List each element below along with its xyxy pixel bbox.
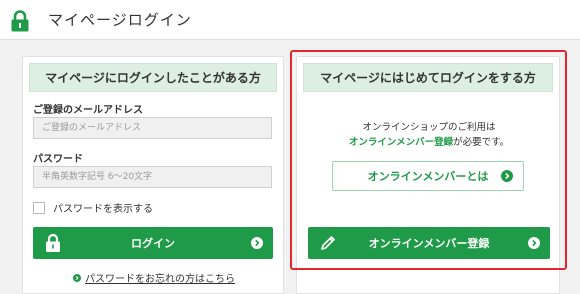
existing-user-heading: マイページにログインしたことがある方 <box>29 63 277 92</box>
lock-icon <box>11 10 29 32</box>
forgot-password-link[interactable]: パスワードをお忘れの方はこちら <box>85 270 235 285</box>
about-member-button[interactable]: オンラインメンバーとは <box>332 161 524 191</box>
info-text-line2: オンラインメンバー登録が必要です。 <box>297 134 561 148</box>
page-header: マイページログイン <box>0 0 580 40</box>
info-highlight: オンラインメンバー登録 <box>348 137 454 148</box>
new-user-heading: マイページにはじめてログインをする方 <box>303 63 553 92</box>
page-title: マイページログイン <box>48 11 192 29</box>
email-field[interactable] <box>33 117 272 139</box>
show-password-toggle[interactable]: パスワードを表示する <box>33 200 153 215</box>
about-member-button-label: オンラインメンバーとは <box>367 170 489 183</box>
chevron-right-icon <box>251 237 263 249</box>
password-label: パスワード <box>33 154 83 165</box>
lock-icon <box>46 233 60 252</box>
info-text-line1: オンラインショップのご利用は <box>362 122 496 133</box>
login-button[interactable]: ログイン <box>33 227 273 259</box>
login-button-label: ログイン <box>131 237 175 250</box>
show-password-checkbox[interactable] <box>33 201 45 214</box>
register-button-label: オンラインメンバー登録 <box>368 237 490 250</box>
forgot-password: パスワードをお忘れの方はこちら <box>23 270 285 285</box>
show-password-label: パスワードを表示する <box>53 204 153 215</box>
chevron-right-icon <box>528 237 540 249</box>
register-button[interactable]: オンラインメンバー登録 <box>308 227 550 259</box>
new-user-panel: マイページにはじめてログインをする方 オンラインショップのご利用は オンラインメ… <box>296 56 560 294</box>
chevron-right-icon <box>501 170 513 182</box>
email-label: ご登録のメールアドレス <box>33 105 143 116</box>
password-field[interactable] <box>33 166 272 188</box>
existing-user-panel: マイページにログインしたことがある方 ご登録のメールアドレス パスワード パスワ… <box>22 56 284 294</box>
info-suffix: が必要です。 <box>453 137 510 148</box>
chevron-right-icon <box>73 273 81 282</box>
pencil-icon <box>321 236 335 250</box>
